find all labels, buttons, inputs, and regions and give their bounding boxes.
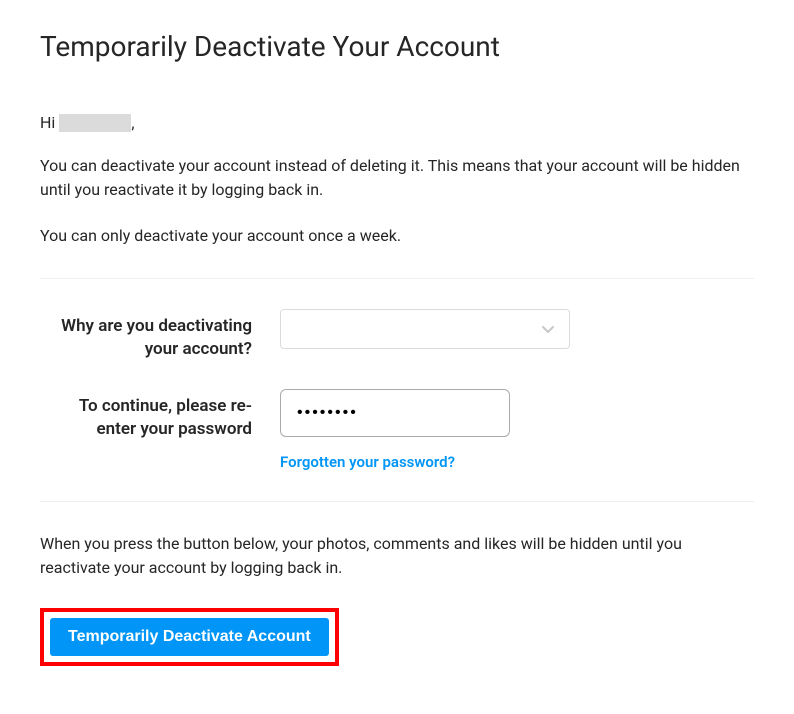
divider-bottom bbox=[40, 501, 754, 502]
password-input[interactable] bbox=[280, 389, 510, 437]
forgot-password-link[interactable]: Forgotten your password? bbox=[280, 453, 455, 471]
deactivate-description-3: When you press the button below, your ph… bbox=[40, 532, 754, 580]
button-highlight-box: Temporarily Deactivate Account bbox=[40, 608, 339, 666]
reason-row: Why are you deactivating your account? bbox=[40, 309, 754, 361]
greeting-suffix: , bbox=[131, 113, 134, 132]
greeting-line: Hi , bbox=[40, 113, 754, 132]
divider-top bbox=[40, 278, 754, 279]
redacted-username bbox=[59, 114, 131, 132]
page-title: Temporarily Deactivate Your Account bbox=[40, 30, 754, 63]
deactivate-description-2: You can only deactivate your account onc… bbox=[40, 224, 754, 248]
password-label: To continue, please re-enter your passwo… bbox=[40, 389, 280, 441]
deactivate-button[interactable]: Temporarily Deactivate Account bbox=[50, 618, 329, 656]
reason-label: Why are you deactivating your account? bbox=[40, 309, 280, 361]
password-row: To continue, please re-enter your passwo… bbox=[40, 389, 754, 471]
reason-select[interactable] bbox=[280, 309, 570, 349]
greeting-prefix: Hi bbox=[40, 113, 55, 132]
deactivate-description-1: You can deactivate your account instead … bbox=[40, 154, 754, 202]
